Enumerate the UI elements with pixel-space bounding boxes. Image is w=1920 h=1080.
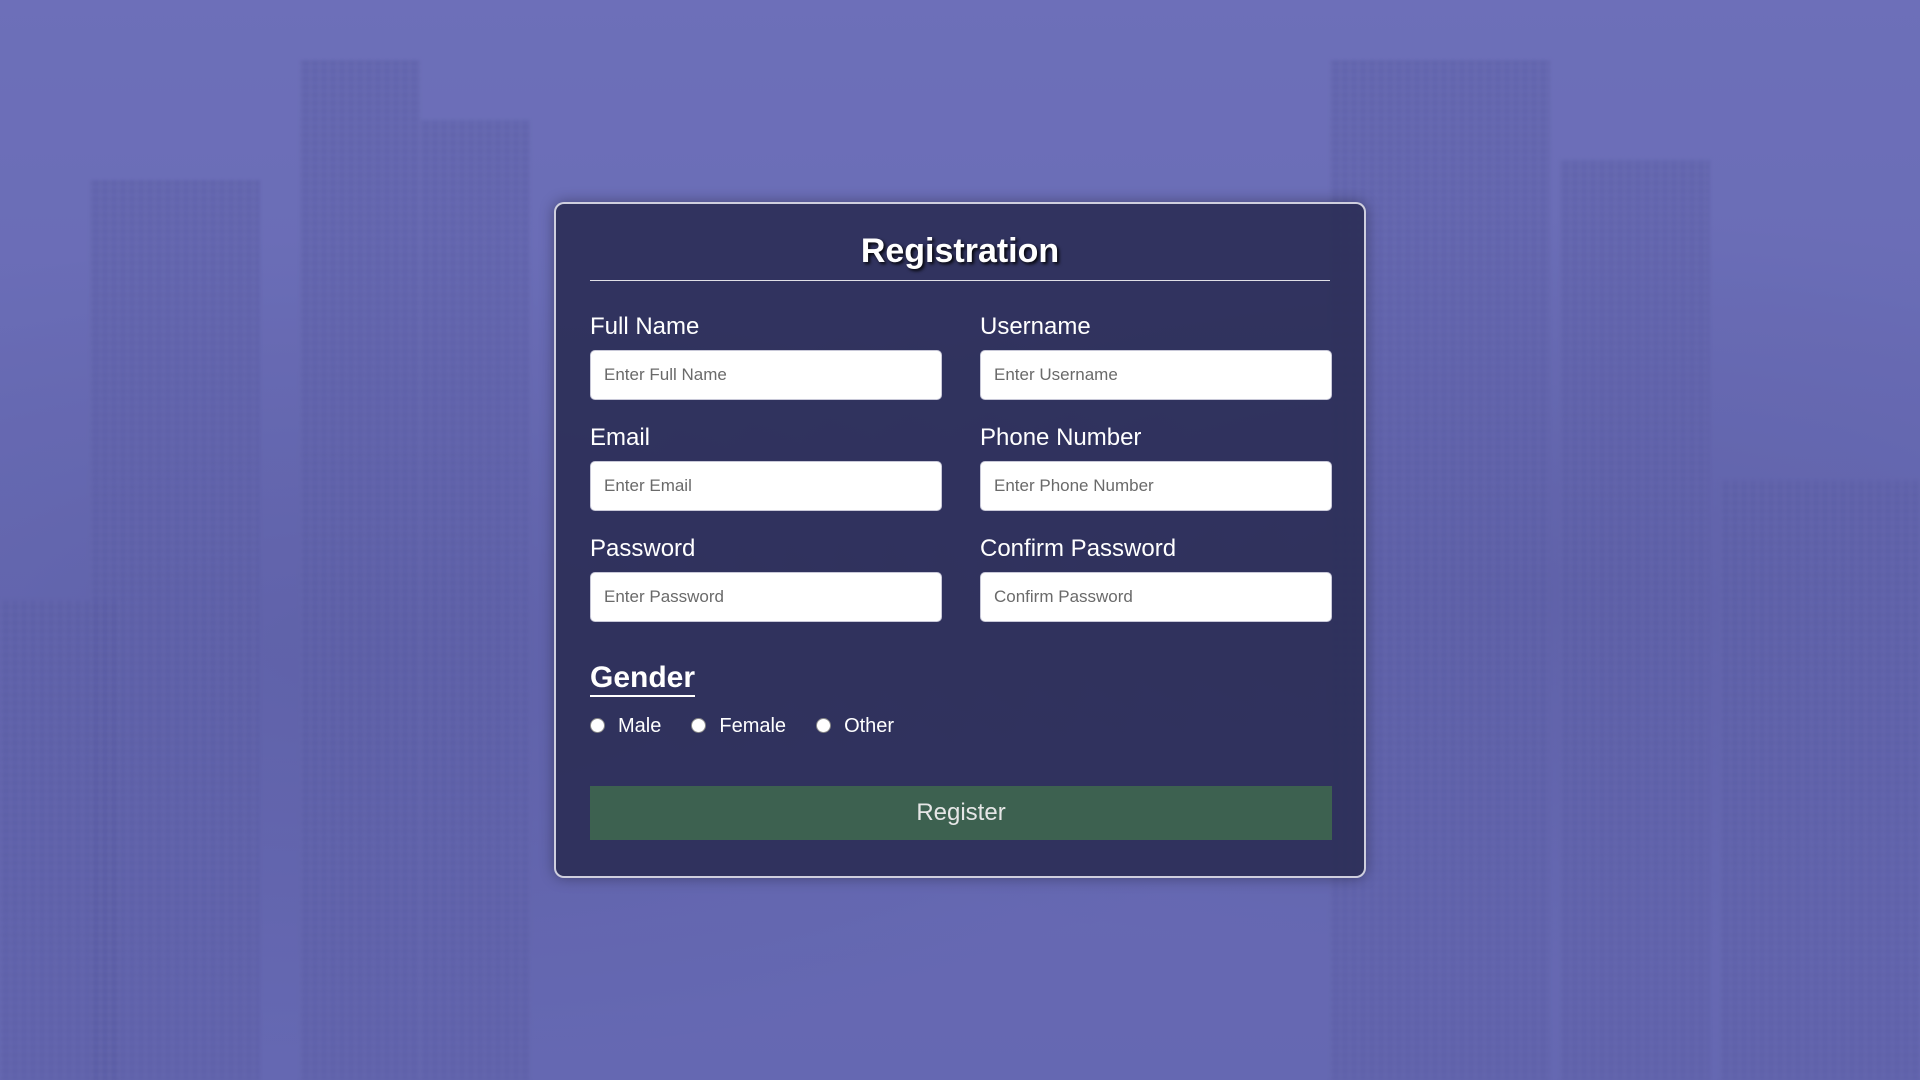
username-field: Username bbox=[980, 313, 1332, 400]
password-label: Password bbox=[590, 535, 696, 562]
username-label: Username bbox=[980, 313, 1091, 340]
female-radio[interactable] bbox=[691, 718, 707, 733]
other-label: Other bbox=[844, 715, 895, 737]
phone-number-field: Phone Number bbox=[980, 424, 1332, 511]
phone-number-input[interactable] bbox=[980, 461, 1332, 511]
gender-option-other[interactable]: Other bbox=[816, 715, 894, 738]
username-input[interactable] bbox=[980, 350, 1332, 400]
confirm-password-input[interactable] bbox=[980, 572, 1332, 622]
other-radio[interactable] bbox=[816, 718, 832, 733]
confirm-password-field: Confirm Password bbox=[980, 535, 1332, 622]
email-input[interactable] bbox=[590, 461, 942, 511]
confirm-password-label: Confirm Password bbox=[980, 535, 1177, 562]
register-button[interactable]: Register bbox=[590, 786, 1332, 840]
email-field: Email bbox=[590, 424, 942, 511]
female-label: Female bbox=[719, 715, 787, 737]
full-name-label: Full Name bbox=[590, 313, 700, 340]
password-input[interactable] bbox=[590, 572, 942, 622]
full-name-input[interactable] bbox=[590, 350, 942, 400]
gender-options: Male Female Other bbox=[590, 715, 1330, 738]
password-field: Password bbox=[590, 535, 942, 622]
form-fields-grid: Full Name Username Email Phone Number Pa… bbox=[590, 313, 1332, 622]
full-name-field: Full Name bbox=[590, 313, 942, 400]
phone-number-label: Phone Number bbox=[980, 424, 1142, 451]
gender-heading: Gender bbox=[590, 662, 696, 697]
gender-option-female[interactable]: Female bbox=[691, 715, 786, 738]
male-radio[interactable] bbox=[590, 718, 605, 733]
gender-option-male[interactable]: Male bbox=[590, 715, 661, 738]
gender-section: Gender Male Female Other bbox=[590, 662, 1330, 738]
male-label: Male bbox=[618, 715, 662, 737]
email-label: Email bbox=[590, 424, 651, 451]
registration-card: Registration Full Name Username Email Ph… bbox=[554, 202, 1366, 878]
form-title: Registration bbox=[590, 232, 1330, 281]
